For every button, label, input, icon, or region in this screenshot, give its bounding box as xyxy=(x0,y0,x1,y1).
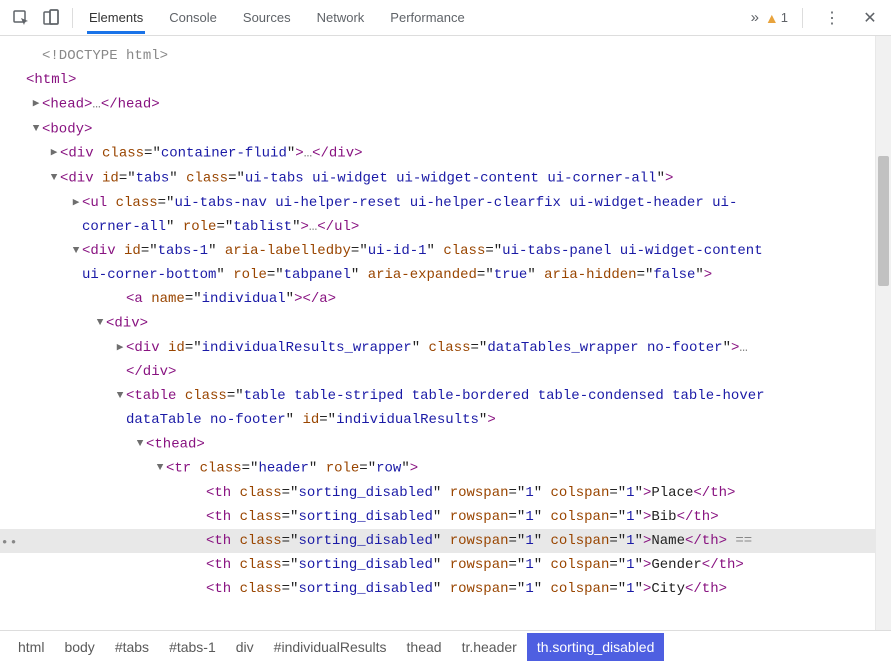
breadcrumb-item[interactable]: #individualResults xyxy=(264,633,397,661)
breadcrumb-item[interactable]: body xyxy=(54,633,104,661)
inspect-element-icon[interactable] xyxy=(6,4,36,32)
breadcrumb-item[interactable]: html xyxy=(8,633,54,661)
expand-arrow[interactable]: ▼ xyxy=(154,456,166,480)
expand-arrow[interactable]: ▼ xyxy=(48,166,60,190)
expand-arrow[interactable]: ▼ xyxy=(134,432,146,456)
expand-arrow[interactable]: ▶ xyxy=(70,191,82,215)
dom-node[interactable]: <th class="sorting_disabled" rowspan="1"… xyxy=(14,577,875,601)
dom-node[interactable]: ▼<div id="tabs-1" aria-labelledby="ui-id… xyxy=(14,239,875,287)
toolbar-right: ▲ 1 ⋮ ✕ xyxy=(765,4,885,32)
dom-node[interactable]: ▼<thead> xyxy=(14,432,875,457)
tab-network[interactable]: Network xyxy=(315,2,367,34)
breadcrumb-item[interactable]: tr.header xyxy=(452,633,527,661)
dom-node[interactable]: <html> xyxy=(14,68,875,92)
dom-node[interactable]: <th class="sorting_disabled" rowspan="1"… xyxy=(14,481,875,505)
dom-node[interactable]: ▶<div class="container-fluid">…</div> xyxy=(14,141,875,166)
breadcrumb-item[interactable]: thead xyxy=(397,633,452,661)
expand-arrow[interactable]: ▼ xyxy=(70,239,82,263)
expand-arrow[interactable]: ▼ xyxy=(94,311,106,335)
selected-node-marker: ••• xyxy=(0,535,22,550)
elements-panel: <!DOCTYPE html><html>▶<head>…</head>▼<bo… xyxy=(0,36,891,630)
scroll-thumb[interactable] xyxy=(878,156,889,286)
breadcrumb-item[interactable]: th.sorting_disabled xyxy=(527,633,665,661)
dom-node[interactable]: ▼<body> xyxy=(14,117,875,142)
dom-node[interactable]: <a name="individual"></a> xyxy=(14,287,875,311)
dom-node[interactable]: <th class="sorting_disabled" rowspan="1"… xyxy=(14,553,875,577)
dom-tree[interactable]: <!DOCTYPE html><html>▶<head>…</head>▼<bo… xyxy=(0,36,875,601)
device-toggle-icon[interactable] xyxy=(36,4,66,32)
expand-arrow[interactable]: ▶ xyxy=(30,92,42,116)
breadcrumb-item[interactable]: #tabs-1 xyxy=(159,633,226,661)
dom-node[interactable]: ▼<tr class="header" role="row"> xyxy=(14,456,875,481)
breadcrumb-item[interactable]: #tabs xyxy=(105,633,159,661)
dom-node[interactable]: <th class="sorting_disabled" rowspan="1"… xyxy=(14,505,875,529)
toolbar-divider xyxy=(802,8,803,28)
breadcrumb-item[interactable]: div xyxy=(226,633,264,661)
tab-sources[interactable]: Sources xyxy=(241,2,293,34)
panel-tabs: Elements Console Sources Network Performance xyxy=(87,2,745,34)
expand-arrow[interactable]: ▶ xyxy=(114,336,126,360)
warning-icon: ▲ xyxy=(765,10,779,26)
tab-console[interactable]: Console xyxy=(167,2,219,34)
breadcrumb: htmlbody#tabs#tabs-1div#individualResult… xyxy=(0,630,891,662)
toolbar-divider xyxy=(72,8,73,28)
dom-node[interactable]: ▼<div id="tabs" class="ui-tabs ui-widget… xyxy=(14,166,875,191)
settings-menu-icon[interactable]: ⋮ xyxy=(817,4,847,32)
expand-arrow[interactable]: ▼ xyxy=(30,117,42,141)
dom-node[interactable]: ▶<div id="individualResults_wrapper" cla… xyxy=(14,336,875,384)
devtools-toolbar: Elements Console Sources Network Performance… xyxy=(0,0,891,36)
expand-arrow[interactable]: ▼ xyxy=(114,384,126,408)
warning-count: 1 xyxy=(781,10,788,25)
dom-node[interactable]: ▶<ul class="ui-tabs-nav ui-helper-reset … xyxy=(14,191,875,239)
vertical-scrollbar[interactable] xyxy=(875,36,891,630)
tab-elements[interactable]: Elements xyxy=(87,2,145,34)
warnings-button[interactable]: ▲ 1 xyxy=(765,10,788,26)
tab-performance[interactable]: Performance xyxy=(388,2,466,34)
close-icon[interactable]: ✕ xyxy=(855,4,885,32)
dom-node[interactable]: ▼<table class="table table-striped table… xyxy=(14,384,875,432)
more-tabs-button[interactable]: » xyxy=(745,9,765,26)
dom-node[interactable]: ▶<head>…</head> xyxy=(14,92,875,117)
dom-node[interactable]: ▼<div> xyxy=(14,311,875,336)
dom-node[interactable]: <!DOCTYPE html> xyxy=(14,44,875,68)
dom-node[interactable]: •••<th class="sorting_disabled" rowspan=… xyxy=(0,529,877,553)
expand-arrow[interactable]: ▶ xyxy=(48,141,60,165)
